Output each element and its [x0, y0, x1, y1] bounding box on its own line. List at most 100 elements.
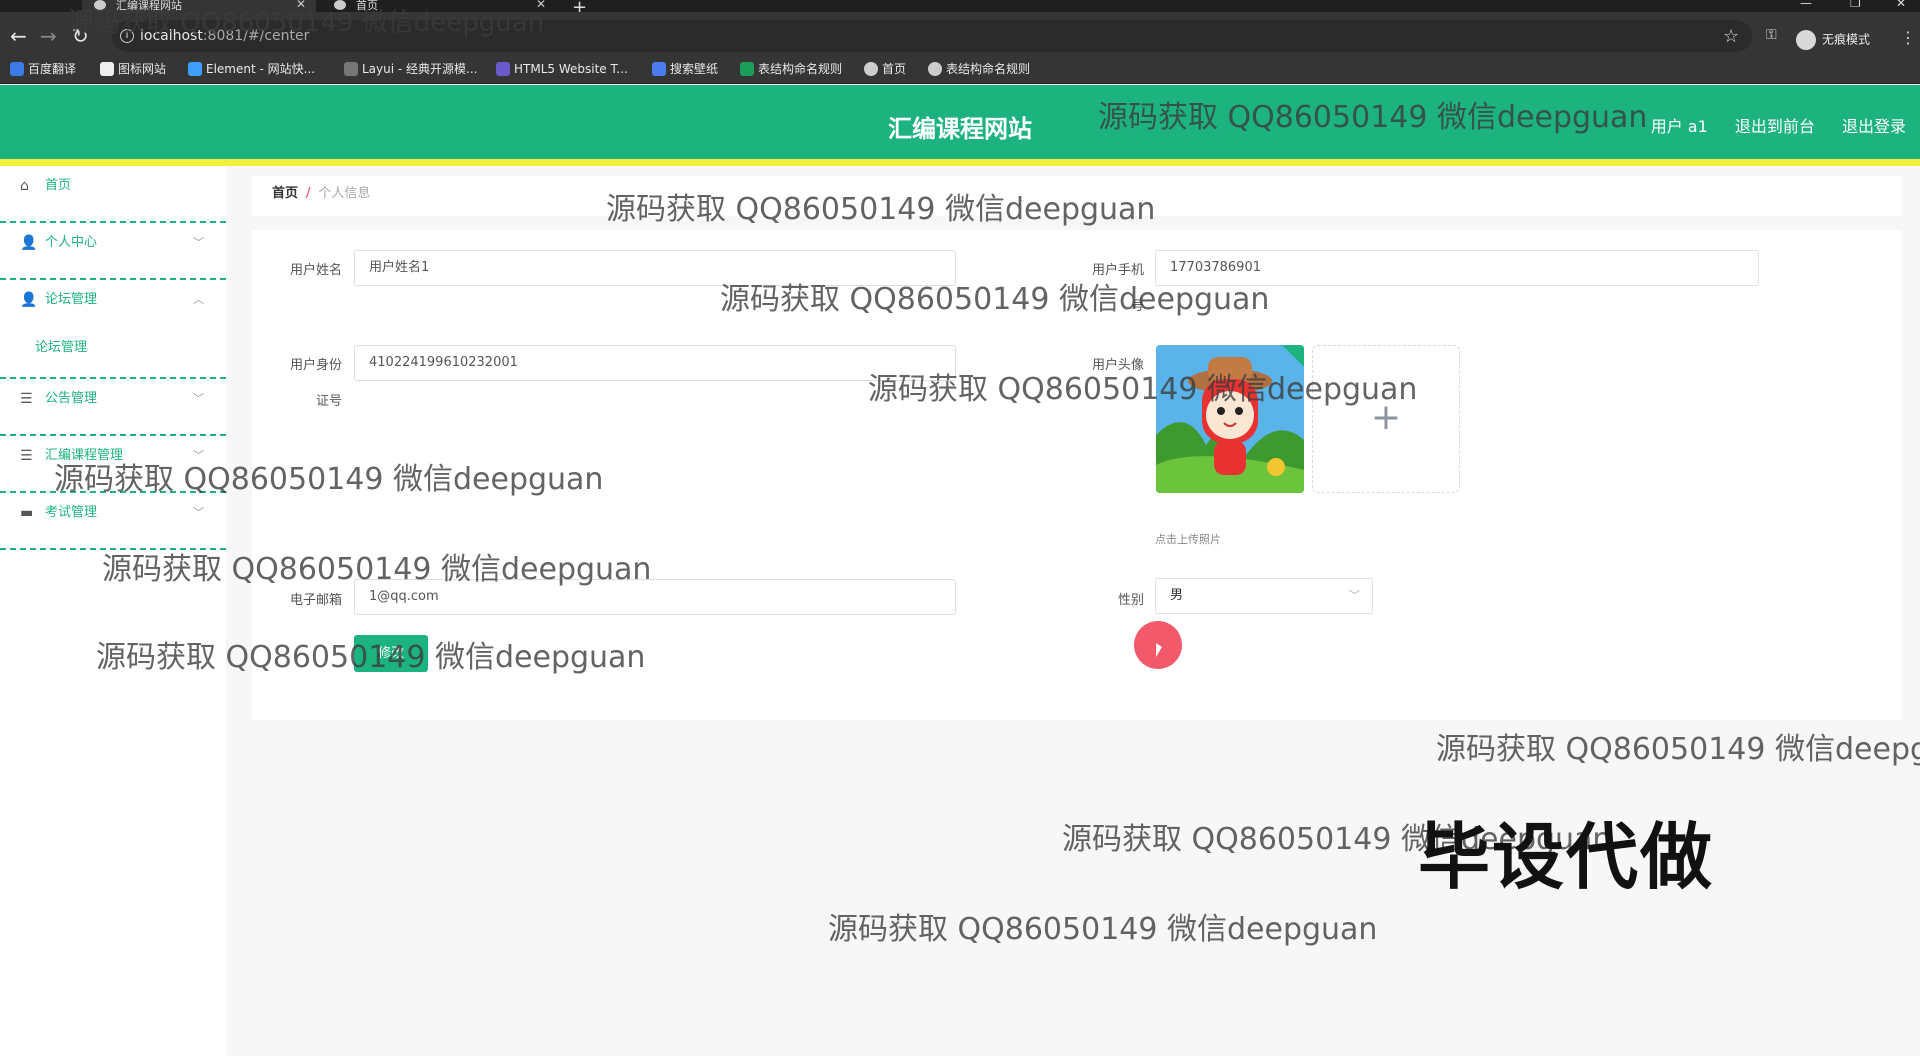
close-tab-icon[interactable]: ✕: [536, 0, 546, 10]
bookmark-label: Element - 网站快...: [206, 62, 316, 76]
chevron-down-icon: ﹀: [193, 392, 204, 405]
id-card-label: 用户身份: [289, 358, 342, 373]
sidebar-item-personal-center[interactable]: 👤 个人中心 ﹀: [0, 223, 226, 280]
maximize-icon[interactable]: ❐: [1850, 0, 1861, 10]
bookmark-item[interactable]: 图标网站: [100, 62, 166, 76]
bookmark-item[interactable]: 表结构命名规则: [928, 62, 1030, 76]
header-links: 用户 a1 退出到前台 退出登录: [1629, 113, 1906, 137]
sidebar-item-home[interactable]: ⌂ 首页: [0, 166, 226, 223]
back-icon[interactable]: ←: [10, 26, 27, 46]
browser-menu-icon[interactable]: ⋮: [1900, 28, 1916, 47]
browser-tab-active[interactable]: 汇编课程网站 ✕: [82, 0, 316, 12]
watermark: 源码获取 QQ86050149 微信deepguan: [828, 912, 1378, 947]
app-header: 汇编课程网站 用户 a1 退出到前台 退出登录: [0, 85, 1920, 159]
globe-icon: [928, 62, 942, 76]
folder-icon: [100, 62, 114, 76]
incognito-indicator[interactable]: 无痕模式: [1796, 30, 1870, 50]
reload-icon[interactable]: ↻: [72, 26, 89, 46]
bookmark-item[interactable]: 搜索壁纸: [652, 62, 718, 76]
browser-tab[interactable]: 首页 ✕: [322, 0, 556, 12]
bookmark-label: 表结构命名规则: [758, 62, 843, 76]
url-host: localhost: [140, 28, 203, 44]
wallpaper-icon: [652, 62, 666, 76]
avatar-label: 用户头像: [1091, 358, 1144, 373]
close-tab-icon[interactable]: ✕: [296, 0, 306, 10]
bookmark-label: 图标网站: [118, 62, 167, 76]
bookmark-label: 首页: [882, 62, 907, 76]
globe-icon: [864, 62, 878, 76]
element-icon: [188, 62, 202, 76]
name-input[interactable]: 用户姓名1: [354, 250, 956, 286]
gender-select[interactable]: 男 ﹀: [1155, 578, 1373, 614]
bookmark-item[interactable]: Layui - 经典开源模...: [344, 62, 477, 76]
plus-icon: +: [1370, 397, 1402, 438]
id-card-label-suffix: 证号: [315, 394, 342, 409]
bookmark-item[interactable]: 首页: [864, 62, 906, 76]
bookmark-item[interactable]: Element - 网站快...: [188, 62, 315, 76]
info-icon[interactable]: i: [120, 29, 134, 43]
phone-label-suffix: 号: [1130, 299, 1144, 314]
close-window-icon[interactable]: ✕: [1896, 0, 1906, 10]
promo-watermark: 毕设代做: [1418, 815, 1715, 899]
sidebar-item-label: 首页: [45, 178, 72, 193]
name-label: 用户姓名: [289, 263, 342, 278]
sidebar-item-label: 论坛管理: [45, 292, 98, 307]
header-accent-stripe: [0, 159, 1920, 166]
layui-icon: [344, 62, 358, 76]
address-bar[interactable]: i localhost:8081/#/center: [112, 20, 1752, 52]
incognito-icon: [1796, 30, 1816, 50]
avatar-illustration: [1156, 345, 1304, 493]
bookmarks-bar: 百度翻译 图标网站 Element - 网站快... Layui - 经典开源模…: [0, 56, 1920, 84]
sidebar-item-label: 考试管理: [45, 505, 98, 520]
submit-button[interactable]: 修改: [354, 635, 428, 672]
bookmark-label: 表结构命名规则: [946, 62, 1031, 76]
gender-label: 性别: [1117, 593, 1144, 608]
cursor-arrow-icon: [1156, 643, 1162, 657]
bookmark-item[interactable]: 表结构命名规则: [740, 62, 842, 76]
key-icon[interactable]: ⚿: [1766, 27, 1777, 43]
chevron-down-icon: ﹀: [1349, 589, 1360, 602]
bookmark-label: 搜索壁纸: [670, 62, 719, 76]
bookmark-label: HTML5 Website T...: [514, 62, 628, 76]
email-label: 电子邮箱: [289, 593, 342, 608]
back-to-front-link[interactable]: 退出到前台: [1735, 117, 1815, 136]
home-icon: ⌂: [20, 178, 29, 194]
upload-hint: 点击上传照片: [1155, 533, 1221, 546]
phone-input[interactable]: 17703786901: [1155, 250, 1759, 286]
id-card-input[interactable]: 410224199610232001: [354, 345, 956, 381]
avatar-upload-button[interactable]: +: [1312, 345, 1460, 493]
user-icon: 👤: [20, 235, 38, 251]
phone-label: 用户手机: [1091, 263, 1144, 278]
sidebar-subitem-forum-manage[interactable]: 论坛管理: [0, 330, 226, 379]
sidebar-item-course[interactable]: ☰ 汇编课程管理 ﹀: [0, 436, 226, 493]
minimize-icon[interactable]: —: [1800, 0, 1812, 10]
sidebar-item-label: 公告管理: [45, 391, 98, 406]
forward-icon[interactable]: →: [40, 26, 57, 46]
tab-title: 首页: [356, 0, 378, 12]
breadcrumb: 首页 / 个人信息: [252, 176, 1902, 216]
avatar-image[interactable]: [1156, 345, 1304, 493]
email-input[interactable]: 1@qq.com: [354, 579, 956, 615]
sidebar-item-label: 个人中心: [45, 235, 98, 250]
sidebar-item-notice[interactable]: ☰ 公告管理 ﹀: [0, 379, 226, 436]
tab-title: 汇编课程网站: [116, 0, 182, 12]
url-path: :8081/#/center: [202, 28, 310, 44]
sidebar-item-label: 汇编课程管理: [45, 448, 124, 463]
sidebar-item-forum[interactable]: 👤 论坛管理 ︿: [0, 280, 226, 330]
breadcrumb-separator: /: [306, 186, 311, 201]
list-icon: ☰: [20, 391, 33, 407]
user-name-link[interactable]: 用户 a1: [1651, 117, 1708, 136]
bookmark-item[interactable]: 百度翻译: [10, 62, 76, 76]
bookmark-star-icon[interactable]: ☆: [1723, 26, 1739, 47]
chevron-down-icon: ﹀: [193, 236, 204, 249]
browser-tab-strip: 汇编课程网站 ✕ 首页 ✕ + — ❐ ✕: [0, 0, 1920, 18]
logout-link[interactable]: 退出登录: [1842, 117, 1906, 136]
incognito-label: 无痕模式: [1822, 32, 1871, 47]
breadcrumb-home[interactable]: 首页: [272, 186, 298, 201]
sheet-icon: [740, 62, 754, 76]
bookmark-item[interactable]: HTML5 Website T...: [496, 62, 628, 76]
exam-icon: ▬: [20, 505, 34, 521]
sidebar-item-exam[interactable]: ▬ 考试管理 ﹀: [0, 493, 226, 550]
watermark: 源码获取 QQ86050149 微信deepguan: [1436, 732, 1920, 767]
sidebar: ⌂ 首页 👤 个人中心 ﹀ 👤 论坛管理 ︿ 论坛管理 ☰ 公告管理 ﹀ ☰ 汇…: [0, 166, 226, 1056]
